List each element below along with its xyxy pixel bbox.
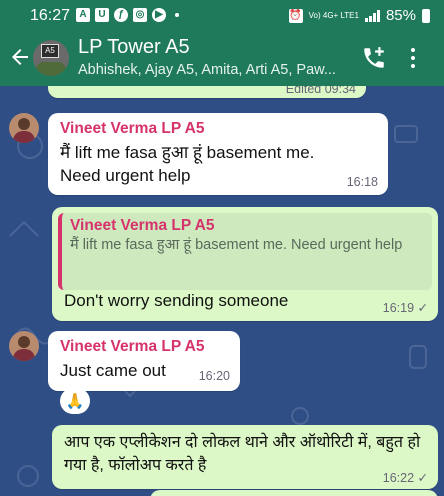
status-time: 16:27 xyxy=(30,7,71,24)
notification-app-icon: ƒ xyxy=(114,8,128,22)
add-call-icon[interactable] xyxy=(361,45,387,71)
group-participants[interactable]: Abhishek, Ajay A5, Amita, Arti A5, Paw..… xyxy=(78,62,336,78)
signal-icon xyxy=(364,9,380,22)
network-label: Vo) 4G+ LTE1 xyxy=(308,10,359,20)
quoted-sender: Vineet Verma LP A5 xyxy=(70,217,215,234)
chat-header: A5 LP Tower A5 Abhishek, Ajay A5, Amita,… xyxy=(0,32,444,86)
message-bubble-incoming[interactable]: Vineet Verma LP A5 मैं lift me fasa हुआ … xyxy=(48,113,388,195)
sent-check-icon: ✓ xyxy=(417,301,428,315)
avatar-sign: A5 xyxy=(41,44,59,58)
message-time: 16:18 xyxy=(346,175,378,189)
group-avatar[interactable]: A5 xyxy=(33,40,69,76)
quoted-message[interactable]: Vineet Verma LP A5 मैं lift me fasa हुआ … xyxy=(58,213,432,290)
chat-area[interactable]: Edited 09:34 Vineet Verma LP A5 मैं lift… xyxy=(0,86,444,496)
message-bubble-outgoing[interactable]: Vineet Verma LP A5 मैं lift me fasa हुआ … xyxy=(52,207,438,321)
avatar-foliage xyxy=(36,62,66,76)
message-text: मैं lift me fasa हुआ हूं basement me. Ne… xyxy=(60,143,315,185)
battery-icon xyxy=(422,8,430,23)
message-text: आप एक एप्लीकेशन दो लोकल थाने और ऑथोरिटी … xyxy=(64,434,421,474)
back-arrow-icon[interactable] xyxy=(8,45,32,69)
group-title[interactable]: LP Tower A5 xyxy=(78,36,190,59)
overflow-menu-icon[interactable] xyxy=(408,46,418,70)
message-bubble-outgoing[interactable]: आप एक एप्लीकेशन दो लोकल थाने और ऑथोरिटी … xyxy=(52,425,438,489)
notification-icons: A U ƒ ◎ ▶ xyxy=(76,8,179,22)
message-bubble-incoming[interactable]: Vineet Verma LP A5 Just came out 16:20 xyxy=(48,331,240,391)
message-time: 16:22 xyxy=(382,471,415,485)
notification-u-icon: U xyxy=(95,8,109,22)
sender-avatar[interactable] xyxy=(9,113,39,143)
status-bar: 16:27 A U ƒ ◎ ▶ ⏰ Vo) 4G+ LTE1 85% xyxy=(0,0,444,32)
status-right: ⏰ Vo) 4G+ LTE1 85% xyxy=(288,7,430,24)
message-bubble-partial[interactable]: Edited 09:34 xyxy=(48,86,366,98)
message-time: 16:19 xyxy=(382,301,415,315)
message-sender[interactable]: Vineet Verma LP A5 xyxy=(60,338,204,356)
notification-a-icon: A xyxy=(76,8,90,22)
message-text: Just came out xyxy=(60,361,166,380)
battery-percentage: 85% xyxy=(385,7,416,24)
reaction-folded-hands-icon[interactable]: 🙏 xyxy=(60,388,90,414)
message-bubble-partial[interactable] xyxy=(150,490,438,496)
message-time: 16:20 xyxy=(198,369,230,383)
instagram-icon: ◎ xyxy=(133,8,147,22)
message-text: Don't worry sending someone xyxy=(64,291,289,310)
sent-check-icon: ✓ xyxy=(417,471,428,485)
quoted-text: मैं lift me fasa हुआ हूं basement me. Ne… xyxy=(70,237,403,253)
alarm-icon: ⏰ xyxy=(288,8,303,23)
message-time-block: 16:22 ✓ xyxy=(383,470,428,485)
message-edited-time: Edited 09:34 xyxy=(285,86,356,96)
sender-avatar[interactable] xyxy=(9,331,39,361)
more-notifications-dot xyxy=(175,13,179,17)
youtube-icon: ▶ xyxy=(152,8,166,22)
message-time-block: 16:19 ✓ xyxy=(383,300,428,315)
message-sender[interactable]: Vineet Verma LP A5 xyxy=(60,120,204,138)
